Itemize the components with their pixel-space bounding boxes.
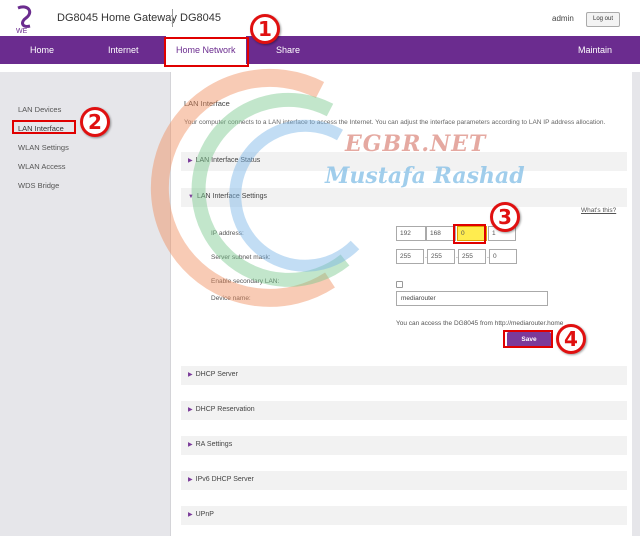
expand-arrow-icon: ▶ [188,407,193,413]
step-4-badge: 4 [556,324,586,354]
username-label: admin [552,14,574,23]
mask-octet-1-input[interactable]: 255 [396,249,424,264]
section-ra-settings[interactable]: ▶ RA Settings [181,436,627,455]
page-description: Your computer connects to a LAN interfac… [184,119,606,126]
device-name-input[interactable]: mediarouter [396,291,548,306]
secondary-lan-label: Enable secondary LAN: [211,278,280,285]
title-divider [172,9,173,27]
step-2-badge: 2 [80,107,110,137]
subnet-mask-label: Server subnet mask: [211,254,271,261]
mask-octet-4-input[interactable]: 0 [489,249,517,264]
section-label: RA Settings [195,441,233,448]
access-note: You can access the DG8045 from http://me… [396,320,564,327]
gateway-model: DG8045 [180,12,221,24]
sidebar-item-wlan-access[interactable]: WLAN Access [18,162,66,171]
expand-arrow-icon: ▶ [188,477,193,483]
secondary-lan-checkbox[interactable] [396,281,403,288]
gateway-title: DG8045 Home Gateway [57,12,177,24]
page-body: LAN Devices LAN Interface WLAN Settings … [0,72,640,536]
expand-arrow-icon: ▶ [188,512,193,518]
watermark-subtitle: Mustafa Rashad [325,163,525,189]
ip-octet-1-input[interactable]: 192 [396,226,426,241]
nav-home[interactable]: Home [30,36,54,64]
nav-share[interactable]: Share [276,36,300,64]
mask-octet-2-input[interactable]: 255 [427,249,455,264]
ip-octet-2-input[interactable]: 168 [426,226,456,241]
section-label: LAN Interface Settings [196,193,267,200]
device-name-label: Device name: [211,295,251,302]
section-dhcp-server[interactable]: ▶ DHCP Server [181,366,627,385]
nav-maintain[interactable]: Maintain [578,36,612,64]
expand-arrow-icon: ▶ [188,442,193,448]
watermark-title: EGBR.NET [345,131,487,157]
highlight-save [503,330,553,348]
logout-button[interactable]: Log out [586,12,620,27]
sidebar: LAN Devices LAN Interface WLAN Settings … [6,72,166,536]
collapse-arrow-icon: ▼ [188,194,194,200]
ip-address-label: IP address: [211,230,244,237]
highlight-lan-interface [12,120,76,134]
expand-arrow-icon: ▶ [188,372,193,378]
sidebar-item-wds-bridge[interactable]: WDS Bridge [18,181,59,190]
step-3-badge: 3 [490,202,520,232]
section-lan-interface-settings[interactable]: ▼ LAN Interface Settings [181,188,627,207]
section-dhcp-reservation[interactable]: ▶ DHCP Reservation [181,401,627,420]
section-label: DHCP Server [195,371,238,378]
section-label: DHCP Reservation [195,406,255,413]
we-logo: WE [16,5,32,34]
page-title: LAN Interface [184,99,230,108]
main-nav: Home Internet Home Network Share Maintai… [0,36,640,64]
mask-octet-3-input[interactable]: 255 [458,249,486,264]
nav-internet[interactable]: Internet [108,36,139,64]
expand-arrow-icon: ▶ [188,158,193,164]
section-ipv6-dhcp-server[interactable]: ▶ IPv6 DHCP Server [181,471,627,490]
sidebar-item-lan-devices[interactable]: LAN Devices [18,105,61,114]
section-label: IPv6 DHCP Server [195,476,254,483]
section-label: UPnP [195,511,214,518]
section-label: LAN Interface Status [195,157,261,164]
top-header: WE DG8045 Home Gateway DG8045 admin Log … [0,0,640,36]
step-1-badge: 1 [250,14,280,44]
sidebar-item-wlan-settings[interactable]: WLAN Settings [18,143,69,152]
svg-text:WE: WE [16,28,28,34]
highlight-home-network [164,37,249,67]
highlight-ip-octet [453,224,486,244]
whats-this-link[interactable]: What's this? [581,207,616,214]
section-upnp[interactable]: ▶ UPnP [181,506,627,525]
